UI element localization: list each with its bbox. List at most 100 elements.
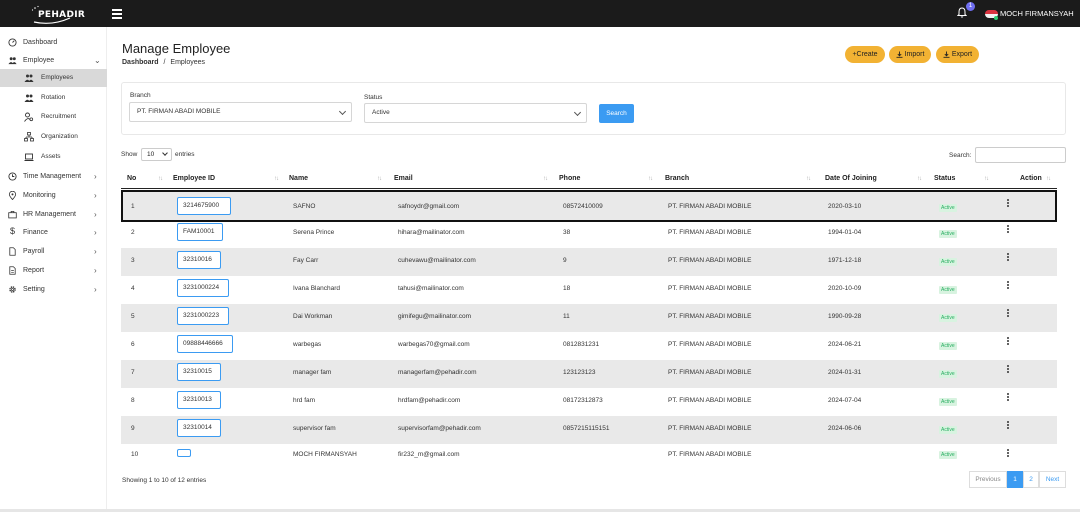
employee-id-link[interactable] (177, 449, 191, 457)
show-label: Show (121, 151, 138, 158)
sort-icon[interactable]: ↑↓ (648, 176, 653, 182)
sort-icon[interactable]: ↑↓ (543, 176, 548, 182)
row-actions-menu-icon[interactable] (1004, 280, 1012, 294)
pagination-page-2[interactable]: 2 (1023, 471, 1039, 488)
employee-id-link[interactable]: 32310014 (177, 419, 221, 437)
export-button[interactable]: Export (936, 46, 979, 63)
sidebar-item-dashboard[interactable]: Dashboard (0, 33, 107, 51)
sidebar-item-report[interactable]: Report › (0, 261, 107, 279)
sidebar-item-finance[interactable]: $ Finance › (0, 223, 107, 241)
sidebar-subitem-label: Organization (41, 133, 78, 140)
row-actions-menu-icon[interactable] (1004, 420, 1012, 434)
row-actions-menu-icon[interactable] (1004, 364, 1012, 378)
sidebar-item-payroll[interactable]: Payroll › (0, 242, 107, 260)
column-header-employee-id[interactable]: Employee ID (173, 175, 215, 182)
table-row[interactable]: 6 09888446666 warbegas warbegas70@gmail.com… (121, 332, 1057, 360)
sidebar-subitem-organization[interactable]: Organization (0, 128, 107, 146)
table-row[interactable]: 2 FAM10001 Serena Prince hihara@mailinator.… (121, 220, 1057, 248)
users-icon (8, 56, 17, 64)
pagination-page-1[interactable]: 1 (1007, 471, 1023, 488)
sidebar-item-employee[interactable]: Employee ⌄ (0, 51, 107, 69)
sort-icon[interactable]: ↑↓ (274, 176, 279, 182)
branch-label: Branch (130, 92, 151, 99)
sort-icon[interactable]: ↑↓ (917, 176, 922, 182)
sidebar-subitem-rotation[interactable]: Rotation (0, 89, 107, 107)
cell-no: 3 (131, 257, 135, 264)
sidebar-item-time-management[interactable]: Time Management › (0, 167, 107, 185)
employee-id-link[interactable]: 3231000224 (177, 279, 229, 297)
status-label: Status (364, 94, 383, 101)
employee-id-link[interactable]: FAM10001 (177, 223, 223, 241)
logo-mark: PEHADIR (30, 5, 85, 24)
bell-icon[interactable] (957, 7, 967, 18)
cell-no: 10 (131, 451, 139, 458)
cell-no: 6 (131, 341, 135, 348)
import-button[interactable]: Import (889, 46, 931, 63)
column-header-branch[interactable]: Branch (665, 175, 689, 182)
chevron-down-icon (573, 108, 582, 117)
row-actions-menu-icon[interactable] (1004, 224, 1012, 238)
table-search-input[interactable] (975, 147, 1066, 163)
row-actions-menu-icon[interactable] (1004, 392, 1012, 406)
row-actions-menu-icon[interactable] (1004, 336, 1012, 350)
column-header-phone[interactable]: Phone (559, 175, 580, 182)
employee-id-link[interactable]: 3231000223 (177, 307, 229, 325)
hamburger-menu-icon[interactable] (112, 9, 122, 19)
status-select[interactable]: Active (364, 103, 587, 123)
sidebar-item-hr-management[interactable]: HR Management › (0, 205, 107, 223)
sort-icon[interactable]: ↑↓ (158, 176, 163, 182)
table-row[interactable]: 4 3231000224 Ivana Blanchard tahusi@mailina… (121, 276, 1057, 304)
sidebar-subitem-assets[interactable]: Assets (0, 148, 107, 166)
search-button[interactable]: Search (599, 104, 634, 123)
cell-no: 4 (131, 285, 135, 292)
cell-email: hrdfam@pehadir.com (398, 397, 461, 404)
employee-id-link[interactable]: 32310015 (177, 363, 221, 381)
app-logo[interactable]: PEHADIR (30, 4, 85, 24)
table-row[interactable]: 10 MOCH FIRMANSYAH fir232_m@gmail.com PT. F… (121, 444, 1057, 466)
sort-icon[interactable]: ↑↓ (1046, 176, 1051, 182)
sidebar-subitem-employees[interactable]: Employees (0, 69, 107, 87)
pagination-previous[interactable]: Previous (969, 471, 1007, 488)
column-header-email[interactable]: Email (394, 175, 413, 182)
breadcrumb-root[interactable]: Dashboard (122, 59, 159, 66)
table-row[interactable]: 1 3214675900 SAFNO safnoydr@gmail.com 085724… (121, 190, 1057, 222)
pagination-next[interactable]: Next (1039, 471, 1066, 488)
sidebar-item-setting[interactable]: Setting › (0, 280, 107, 298)
sort-icon[interactable]: ↑↓ (377, 176, 382, 182)
sort-icon[interactable]: ↑↓ (984, 176, 989, 182)
entries-select[interactable]: 10 (141, 148, 172, 161)
sort-icon[interactable]: ↑↓ (806, 176, 811, 182)
employee-id-link[interactable]: 32310013 (177, 391, 221, 409)
chevron-right-icon: › (94, 190, 97, 200)
user-name[interactable]: MOCH FIRMANSYAH (1000, 9, 1074, 18)
breadcrumb-separator: / (163, 59, 166, 66)
sidebar-subitem-recruitment[interactable]: Recruitment (0, 108, 107, 126)
sidebar-item-label: Dashboard (23, 38, 58, 46)
table-row[interactable]: 9 32310014 supervisor fam supervisorfam@peh… (121, 416, 1057, 444)
column-header-status[interactable]: Status (934, 175, 955, 182)
branch-select[interactable]: PT. FIRMAN ABADI MOBILE (129, 102, 352, 122)
cell-branch: PT. FIRMAN ABADI MOBILE (668, 451, 752, 458)
employee-id-link[interactable]: 09888446666 (177, 335, 233, 353)
row-actions-menu-icon[interactable] (1004, 198, 1012, 212)
column-header-date-of-joining[interactable]: Date Of Joining (825, 175, 877, 182)
row-actions-menu-icon[interactable] (1004, 308, 1012, 322)
column-header-no[interactable]: No (127, 175, 136, 182)
notification-badge: 1 (966, 2, 975, 11)
user-search-icon (24, 112, 34, 122)
export-button-label: Export (951, 51, 973, 58)
column-header-name[interactable]: Name (289, 175, 308, 182)
employee-id-link[interactable]: 3214675900 (177, 197, 231, 215)
table-row[interactable]: 7 32310015 manager fam managerfam@pehadir.c… (121, 360, 1057, 388)
employee-id-link[interactable]: 32310016 (177, 251, 221, 269)
sidebar-item-label: Finance (23, 228, 48, 236)
row-actions-menu-icon[interactable] (1004, 448, 1012, 462)
row-actions-menu-icon[interactable] (1004, 252, 1012, 266)
sidebar: Dashboard Employee ⌄ Employees Rotation … (0, 27, 107, 512)
create-button[interactable]: +Create (845, 46, 885, 63)
table-row[interactable]: 3 32310016 Fay Carr cuhevawu@mailinator.com… (121, 248, 1057, 276)
table-row[interactable]: 8 32310013 hrd fam hrdfam@pehadir.com 081723… (121, 388, 1057, 416)
table-row[interactable]: 5 3231000223 Dai Workman gimifegu@mailinato… (121, 304, 1057, 332)
sidebar-item-monitoring[interactable]: Monitoring › (0, 186, 107, 204)
logo-text: PEHADIR (38, 10, 86, 20)
